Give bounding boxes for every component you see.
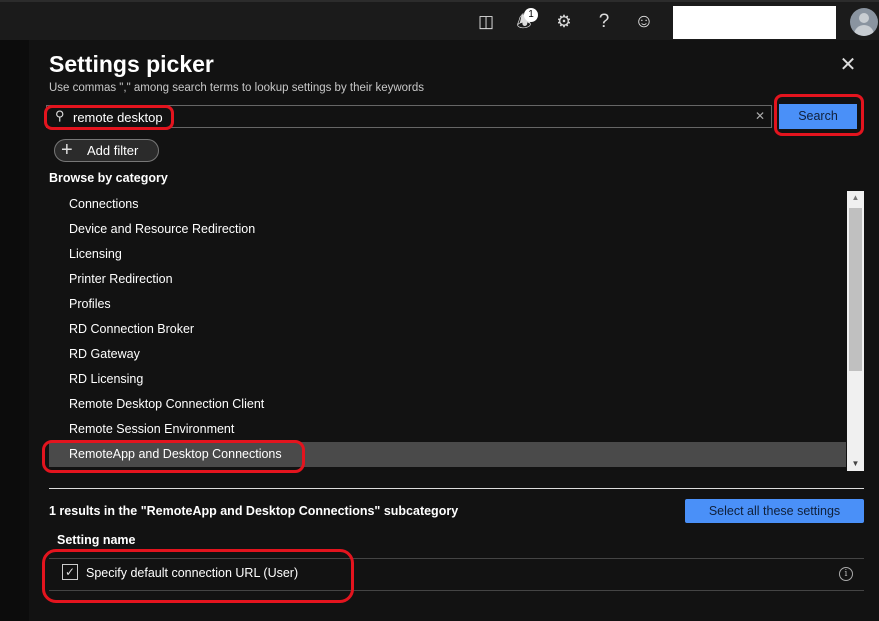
setting-row: ✓ Specify default connection URL (User) … bbox=[49, 559, 864, 590]
setting-checkbox[interactable]: ✓ bbox=[62, 564, 78, 580]
category-item[interactable]: Remote Desktop Connection Client bbox=[49, 392, 846, 417]
info-icon[interactable]: i bbox=[839, 567, 853, 581]
plus-icon: + bbox=[61, 139, 73, 161]
category-item[interactable]: Licensing bbox=[49, 242, 846, 267]
category-scrollbar[interactable]: ▲ ▼ bbox=[847, 191, 864, 471]
category-item[interactable]: Remote Session Environment bbox=[49, 417, 846, 442]
account-info-redacted[interactable] bbox=[673, 6, 836, 39]
avatar[interactable] bbox=[850, 8, 878, 36]
search-box[interactable]: ⚲ ✕ bbox=[46, 105, 772, 128]
browse-heading: Browse by category bbox=[49, 171, 168, 185]
search-button[interactable]: Search bbox=[779, 104, 857, 129]
row-divider bbox=[49, 590, 864, 591]
close-icon[interactable]: ✕ bbox=[839, 55, 857, 75]
background-left bbox=[0, 40, 29, 621]
category-item[interactable]: Profiles bbox=[49, 292, 846, 317]
scrollbar-thumb[interactable] bbox=[849, 208, 862, 371]
notification-badge: 1 bbox=[524, 8, 538, 22]
directory-filter-icon[interactable]: ◫ bbox=[474, 10, 498, 34]
category-item[interactable]: RD Licensing bbox=[49, 367, 846, 392]
add-filter-button[interactable]: + Add filter bbox=[54, 139, 159, 162]
help-icon[interactable]: ? bbox=[592, 10, 616, 34]
gear-icon[interactable]: ⚙ bbox=[552, 10, 576, 34]
select-all-button[interactable]: Select all these settings bbox=[685, 499, 864, 523]
search-icon: ⚲ bbox=[55, 108, 65, 123]
scroll-down-icon[interactable]: ▼ bbox=[847, 457, 864, 471]
category-list: Connections Device and Resource Redirect… bbox=[49, 192, 846, 470]
divider bbox=[49, 488, 864, 489]
category-item[interactable]: RD Connection Broker bbox=[49, 317, 846, 342]
category-item-selected[interactable]: RemoteApp and Desktop Connections bbox=[49, 442, 846, 467]
column-header-setting-name: Setting name bbox=[57, 533, 136, 547]
search-input[interactable] bbox=[73, 108, 733, 126]
page-title: Settings picker bbox=[49, 51, 214, 77]
search-hint: Use commas "," among search terms to loo… bbox=[49, 82, 425, 94]
setting-label: Specify default connection URL (User) bbox=[86, 566, 299, 580]
category-item[interactable]: RD Gateway bbox=[49, 342, 846, 367]
category-item[interactable]: Connections bbox=[49, 192, 846, 217]
category-item[interactable]: Device and Resource Redirection bbox=[49, 217, 846, 242]
clear-search-icon[interactable]: ✕ bbox=[755, 109, 765, 123]
feedback-smiley-icon[interactable]: ☺ bbox=[632, 10, 656, 34]
scroll-up-icon[interactable]: ▲ bbox=[847, 191, 864, 205]
top-bar: ◫ 🕭 1 ⚙ ? ☺ bbox=[0, 0, 879, 40]
results-summary: 1 results in the "RemoteApp and Desktop … bbox=[49, 504, 459, 518]
category-item[interactable]: Printer Redirection bbox=[49, 267, 846, 292]
